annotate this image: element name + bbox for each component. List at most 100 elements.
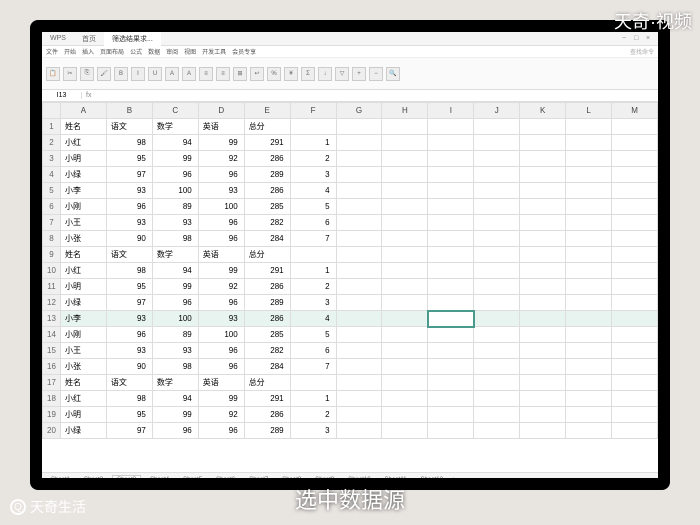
- cell-L16[interactable]: [566, 359, 612, 375]
- sheet-tab[interactable]: Sheet8: [277, 475, 306, 479]
- app-tab-home[interactable]: 首页: [74, 32, 104, 46]
- cell-J1[interactable]: [474, 119, 520, 135]
- cell-E20[interactable]: 289: [244, 423, 290, 439]
- cell-J6[interactable]: [474, 199, 520, 215]
- cell-E13[interactable]: 286: [244, 311, 290, 327]
- cell-L8[interactable]: [566, 231, 612, 247]
- app-tab-wps[interactable]: WPS: [42, 33, 74, 44]
- cell-A18[interactable]: 小红: [61, 391, 107, 407]
- col-header-L[interactable]: L: [566, 103, 612, 119]
- cell-I16[interactable]: [428, 359, 474, 375]
- paste-icon[interactable]: 📋: [46, 67, 60, 81]
- cell-G12[interactable]: [336, 295, 382, 311]
- format-painter-icon[interactable]: 🖌: [97, 67, 111, 81]
- cell-A14[interactable]: 小刚: [61, 327, 107, 343]
- cell-F15[interactable]: 6: [290, 343, 336, 359]
- cell-I7[interactable]: [428, 215, 474, 231]
- cell-M13[interactable]: [612, 311, 658, 327]
- cell-H16[interactable]: [382, 359, 428, 375]
- cell-J11[interactable]: [474, 279, 520, 295]
- menu-dev[interactable]: 开发工具: [202, 47, 226, 56]
- cell-H15[interactable]: [382, 343, 428, 359]
- cell-H11[interactable]: [382, 279, 428, 295]
- align-left-icon[interactable]: ≡: [199, 67, 213, 81]
- cell-I3[interactable]: [428, 151, 474, 167]
- cell-E10[interactable]: 291: [244, 263, 290, 279]
- row-header[interactable]: 18: [43, 391, 61, 407]
- cell-H20[interactable]: [382, 423, 428, 439]
- col-header-H[interactable]: H: [382, 103, 428, 119]
- cell-D13[interactable]: 93: [198, 311, 244, 327]
- cell-B1[interactable]: 语文: [106, 119, 152, 135]
- cell-D17[interactable]: 英语: [198, 375, 244, 391]
- cell-B18[interactable]: 98: [106, 391, 152, 407]
- cell-J7[interactable]: [474, 215, 520, 231]
- cell-I10[interactable]: [428, 263, 474, 279]
- cell-B4[interactable]: 97: [106, 167, 152, 183]
- cell-F16[interactable]: 7: [290, 359, 336, 375]
- sheet-tab[interactable]: Sheet3: [112, 475, 141, 478]
- cell-H10[interactable]: [382, 263, 428, 279]
- col-header-D[interactable]: D: [198, 103, 244, 119]
- cell-G15[interactable]: [336, 343, 382, 359]
- filter-icon[interactable]: ▽: [335, 67, 349, 81]
- cell-K19[interactable]: [520, 407, 566, 423]
- cell-F6[interactable]: 5: [290, 199, 336, 215]
- cell-H12[interactable]: [382, 295, 428, 311]
- cell-F3[interactable]: 2: [290, 151, 336, 167]
- cell-L12[interactable]: [566, 295, 612, 311]
- row-header[interactable]: 1: [43, 119, 61, 135]
- cell-D18[interactable]: 99: [198, 391, 244, 407]
- menu-home[interactable]: 开始: [64, 47, 76, 56]
- cell-F8[interactable]: 7: [290, 231, 336, 247]
- cell-D6[interactable]: 100: [198, 199, 244, 215]
- find-icon[interactable]: 🔍: [386, 67, 400, 81]
- cell-F1[interactable]: [290, 119, 336, 135]
- col-header-G[interactable]: G: [336, 103, 382, 119]
- cell-D4[interactable]: 96: [198, 167, 244, 183]
- cell-J5[interactable]: [474, 183, 520, 199]
- cell-A2[interactable]: 小红: [61, 135, 107, 151]
- cell-D8[interactable]: 96: [198, 231, 244, 247]
- cell-D20[interactable]: 96: [198, 423, 244, 439]
- cell-B10[interactable]: 98: [106, 263, 152, 279]
- cell-J3[interactable]: [474, 151, 520, 167]
- cell-F13[interactable]: 4: [290, 311, 336, 327]
- cell-D11[interactable]: 92: [198, 279, 244, 295]
- cell-D14[interactable]: 100: [198, 327, 244, 343]
- sheet-tab[interactable]: Sheet1: [46, 475, 75, 479]
- cell-G16[interactable]: [336, 359, 382, 375]
- cell-C20[interactable]: 96: [152, 423, 198, 439]
- cell-K12[interactable]: [520, 295, 566, 311]
- font-color-icon[interactable]: A: [182, 67, 196, 81]
- cell-M16[interactable]: [612, 359, 658, 375]
- menu-review[interactable]: 审阅: [166, 47, 178, 56]
- row-header[interactable]: 15: [43, 343, 61, 359]
- cell-E16[interactable]: 284: [244, 359, 290, 375]
- cell-K18[interactable]: [520, 391, 566, 407]
- cell-B6[interactable]: 96: [106, 199, 152, 215]
- cell-K9[interactable]: [520, 247, 566, 263]
- cell-C18[interactable]: 94: [152, 391, 198, 407]
- cell-E2[interactable]: 291: [244, 135, 290, 151]
- cell-F12[interactable]: 3: [290, 295, 336, 311]
- col-header-C[interactable]: C: [152, 103, 198, 119]
- cell-L15[interactable]: [566, 343, 612, 359]
- cell-M2[interactable]: [612, 135, 658, 151]
- row-header[interactable]: 6: [43, 199, 61, 215]
- cell-E19[interactable]: 286: [244, 407, 290, 423]
- cell-F18[interactable]: 1: [290, 391, 336, 407]
- cell-G17[interactable]: [336, 375, 382, 391]
- cell-M6[interactable]: [612, 199, 658, 215]
- cell-D10[interactable]: 99: [198, 263, 244, 279]
- cell-K2[interactable]: [520, 135, 566, 151]
- row-header[interactable]: 4: [43, 167, 61, 183]
- file-tab[interactable]: 筛选结果求...: [104, 32, 161, 46]
- cell-D2[interactable]: 99: [198, 135, 244, 151]
- cell-B11[interactable]: 95: [106, 279, 152, 295]
- cell-A5[interactable]: 小李: [61, 183, 107, 199]
- cell-L19[interactable]: [566, 407, 612, 423]
- cell-A11[interactable]: 小明: [61, 279, 107, 295]
- cell-C15[interactable]: 93: [152, 343, 198, 359]
- cell-K6[interactable]: [520, 199, 566, 215]
